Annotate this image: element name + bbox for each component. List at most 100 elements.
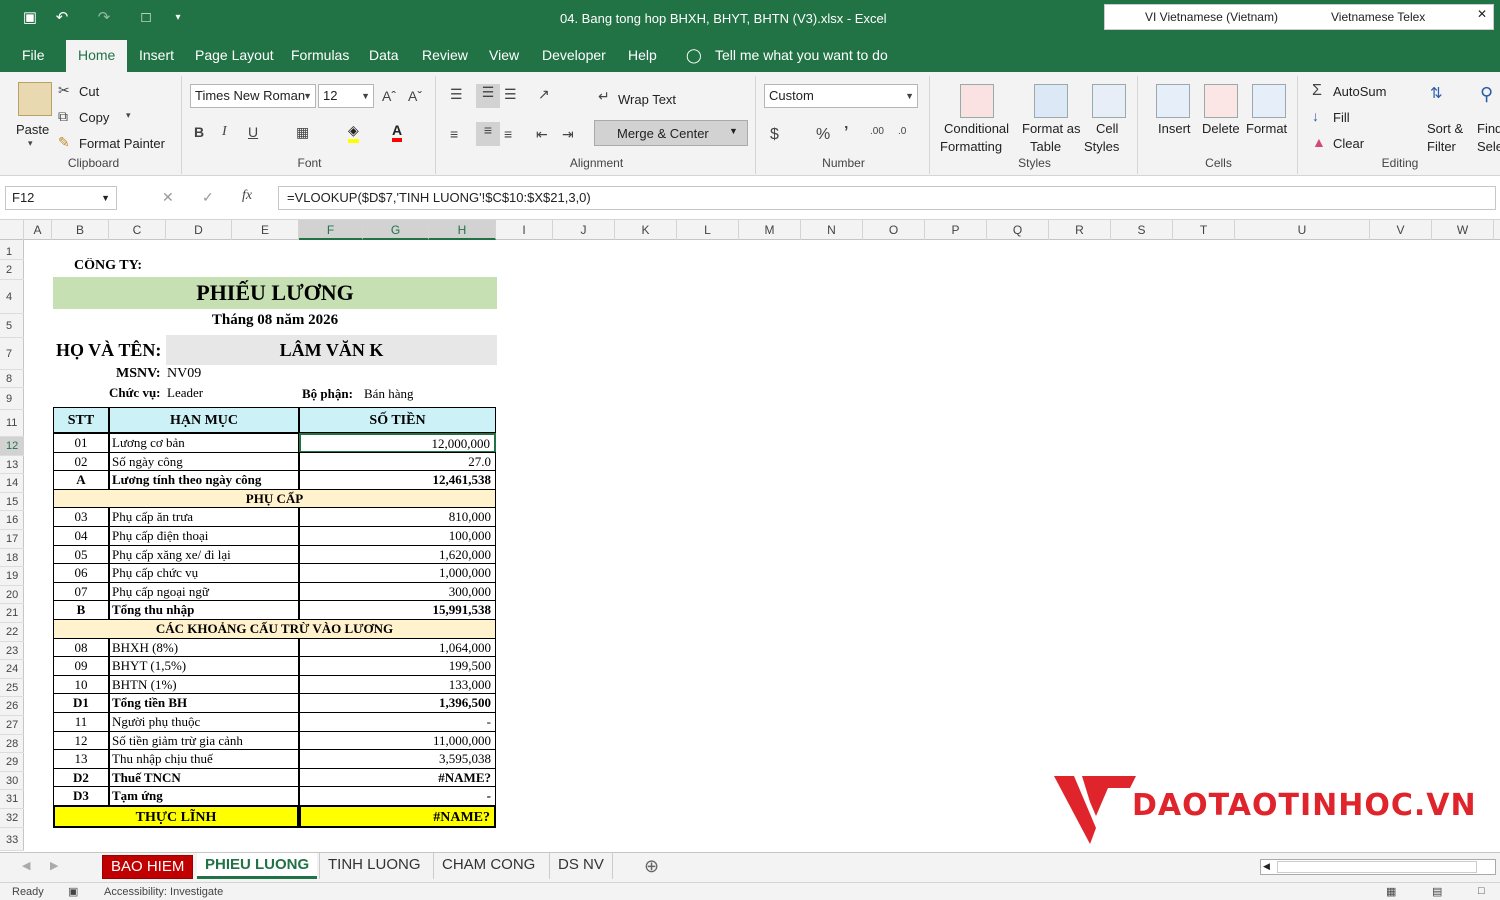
add-sheet-icon[interactable]: ⊕ xyxy=(644,856,659,877)
row-stt[interactable]: 04 xyxy=(53,526,109,546)
row-header[interactable]: 31 xyxy=(0,790,24,809)
format-cells-icon[interactable] xyxy=(1252,84,1286,118)
column-header[interactable]: S xyxy=(1111,220,1173,240)
print-preview-icon[interactable]: □ xyxy=(136,8,156,28)
name-box[interactable]: F12 ▼ xyxy=(5,186,117,210)
wrap-text-icon[interactable]: ↵ xyxy=(598,88,610,105)
row-header[interactable]: 16 xyxy=(0,511,24,530)
format-cells-button[interactable]: Format xyxy=(1246,121,1287,136)
row-item[interactable]: Lương tính theo ngày công xyxy=(109,470,299,490)
row-item[interactable]: BHYT (1,5%) xyxy=(109,656,299,676)
column-header[interactable]: Q xyxy=(987,220,1049,240)
scrollbar-thumb[interactable] xyxy=(1277,861,1477,873)
page-break-view-icon[interactable]: □ xyxy=(1478,885,1485,897)
column-header[interactable]: W xyxy=(1432,220,1494,240)
tab-review[interactable]: Review xyxy=(422,46,468,68)
row-header[interactable]: 32 xyxy=(0,809,24,828)
cancel-icon[interactable]: ✕ xyxy=(162,189,174,206)
row-header[interactable]: 17 xyxy=(0,530,24,549)
conditional-formatting-icon[interactable] xyxy=(960,84,994,118)
row-item[interactable]: Phụ cấp xăng xe/ đi lại xyxy=(109,544,299,565)
wrap-text-button[interactable]: Wrap Text xyxy=(618,92,676,107)
row-header[interactable]: 19 xyxy=(0,567,24,586)
row-stt[interactable]: 09 xyxy=(53,656,109,676)
ime-method[interactable]: Vietnamese Telex xyxy=(1331,10,1425,24)
row-amount[interactable]: 133,000 xyxy=(299,674,496,695)
row-header[interactable]: 11 xyxy=(0,410,24,437)
align-middle-icon[interactable]: ☰ xyxy=(476,84,500,108)
row-stt[interactable]: B xyxy=(53,600,109,620)
clear-button[interactable]: Clear xyxy=(1333,136,1364,151)
align-center-icon[interactable]: ≡ xyxy=(476,122,500,146)
row-header[interactable]: 2 xyxy=(0,260,24,280)
redo-icon[interactable]: ↷ xyxy=(94,8,114,28)
row-item[interactable]: Tạm ứng xyxy=(109,786,299,806)
row-stt[interactable]: 03 xyxy=(53,507,109,527)
format-as-table-icon[interactable] xyxy=(1034,84,1068,118)
tab-view[interactable]: View xyxy=(489,46,519,68)
row-item[interactable]: Phụ cấp điện thoại xyxy=(109,526,299,546)
row-stt[interactable]: D1 xyxy=(53,693,109,713)
tab-help[interactable]: Help xyxy=(628,46,657,68)
decrease-decimal-icon[interactable]: .0 xyxy=(898,126,906,137)
column-header[interactable]: P xyxy=(925,220,987,240)
column-header[interactable]: N xyxy=(801,220,863,240)
row-header[interactable]: 14 xyxy=(0,474,24,493)
row-amount[interactable]: 27.0 xyxy=(299,451,496,472)
row-stt[interactable]: 05 xyxy=(53,544,109,565)
cut-button[interactable]: Cut xyxy=(79,84,99,99)
cell-styles-button[interactable]: Cell xyxy=(1096,121,1118,136)
ime-close-icon[interactable]: ✕ xyxy=(1477,7,1487,21)
customize-qat-icon[interactable]: ▾ xyxy=(168,8,188,28)
page-layout-view-icon[interactable]: ▤ xyxy=(1432,885,1442,898)
row-item[interactable]: Tổng thu nhập xyxy=(109,600,299,620)
tab-insert[interactable]: Insert xyxy=(139,46,174,68)
format-painter-button[interactable]: Format Painter xyxy=(79,136,165,151)
autosum-button[interactable]: AutoSum xyxy=(1333,84,1386,99)
insert-cells-icon[interactable] xyxy=(1156,84,1190,118)
font-color-icon[interactable]: A xyxy=(392,122,403,142)
sheet-tab-cham-cong[interactable]: CHAM CONG xyxy=(433,853,543,879)
row-header[interactable]: 12 xyxy=(0,437,24,456)
increase-decimal-icon[interactable]: .00 xyxy=(870,126,884,137)
tab-developer[interactable]: Developer xyxy=(542,46,606,68)
format-as-table-button[interactable]: Format as xyxy=(1022,121,1081,136)
delete-cells-button[interactable]: Delete xyxy=(1202,121,1240,136)
column-header-selected[interactable]: H xyxy=(429,220,496,240)
column-header-selected[interactable]: G xyxy=(363,220,429,240)
column-header[interactable]: E xyxy=(232,220,299,240)
row-amount[interactable]: 1,620,000 xyxy=(299,544,496,565)
fill-color-icon[interactable]: ◈ xyxy=(348,122,359,143)
accessibility-status[interactable]: Accessibility: Investigate xyxy=(104,886,223,898)
row-item[interactable]: Tổng tiền BH xyxy=(109,693,299,713)
row-amount[interactable]: - xyxy=(299,786,496,806)
net-pay-value[interactable]: #NAME? xyxy=(299,805,496,828)
copy-button[interactable]: Copy xyxy=(79,110,109,125)
row-stt[interactable]: D2 xyxy=(53,767,109,788)
column-header[interactable]: I xyxy=(496,220,553,240)
select-all-corner[interactable] xyxy=(0,220,24,240)
find-select-button[interactable]: Find xyxy=(1477,121,1500,136)
row-header[interactable]: 23 xyxy=(0,642,24,661)
percent-icon[interactable]: % xyxy=(816,126,830,144)
row-header[interactable]: 8 xyxy=(0,370,24,388)
column-header-selected[interactable]: F xyxy=(299,220,363,240)
increase-indent-icon[interactable]: ⇥ xyxy=(562,126,574,143)
increase-font-icon[interactable]: Aˆ xyxy=(382,88,396,104)
borders-icon[interactable]: ▦ xyxy=(296,124,309,141)
row-amount[interactable]: - xyxy=(299,712,496,732)
row-header[interactable]: 25 xyxy=(0,679,24,698)
row-amount[interactable]: 1,064,000 xyxy=(299,637,496,658)
row-stt[interactable]: 11 xyxy=(53,712,109,732)
align-right-icon[interactable]: ≡ xyxy=(504,126,512,142)
row-header[interactable]: 18 xyxy=(0,549,24,568)
number-format-select[interactable]: Custom ▼ xyxy=(764,84,918,108)
find-select-label2[interactable]: Sele xyxy=(1477,139,1500,154)
column-header[interactable]: T xyxy=(1173,220,1235,240)
row-header[interactable]: 1 xyxy=(0,244,24,260)
row-header[interactable]: 29 xyxy=(0,753,24,772)
row-amount[interactable]: #NAME? xyxy=(299,767,496,788)
bold-icon[interactable]: B xyxy=(194,124,204,140)
row-header[interactable]: 27 xyxy=(0,716,24,735)
column-header[interactable]: R xyxy=(1049,220,1111,240)
